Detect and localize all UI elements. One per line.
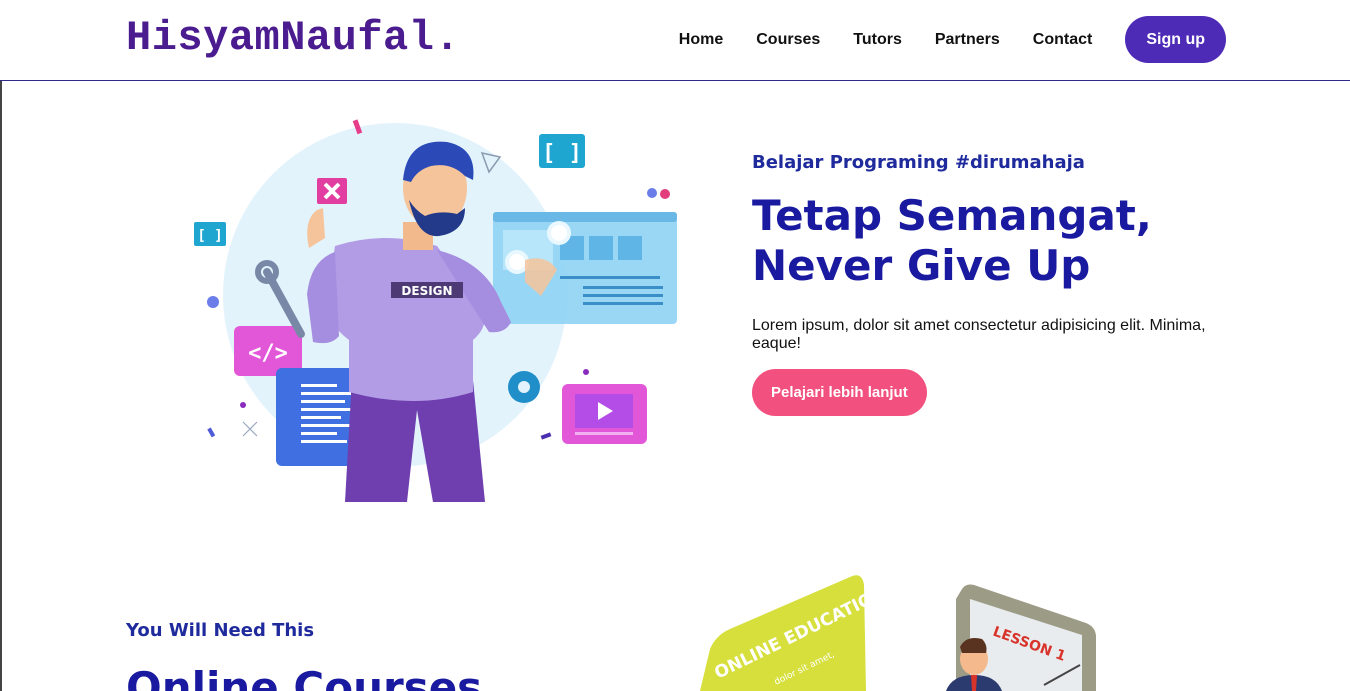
gear-icon (508, 371, 540, 403)
section2-title: Online Courses (126, 663, 483, 691)
hero-illustration: [ ] [ ] </> DESIGN (194, 119, 677, 502)
hero-title-line-1: Tetap Semangat, (752, 191, 1152, 240)
main-nav: Home Courses Tutors Partners Contact Sig… (679, 16, 1226, 63)
design-badge-text: DESIGN (401, 284, 452, 298)
video-play-card-icon (562, 384, 647, 444)
hero-eyebrow: Belajar Programing #dirumahaja (752, 152, 1085, 173)
learn-more-button[interactable]: Pelajari lebih lanjut (752, 369, 927, 416)
nav-courses[interactable]: Courses (756, 31, 820, 49)
hero-text: Belajar Programing #dirumahaja Tetap Sem… (752, 152, 1222, 416)
nav-home[interactable]: Home (679, 31, 723, 49)
small-brackets-icon: [ ] (194, 222, 226, 246)
online-education-illustration: ONLINE EDUCATION dolor sit amet, LESSON … (700, 575, 1096, 691)
online-education-card: ONLINE EDUCATION dolor sit amet, (700, 575, 889, 691)
svg-text:</>: </> (248, 341, 288, 366)
hero-title-line-2: Never Give Up (752, 241, 1091, 290)
svg-text:[ ]: [ ] (197, 228, 222, 244)
signup-button[interactable]: Sign up (1125, 16, 1226, 63)
section2-eyebrow: You Will Need This (126, 620, 315, 641)
svg-text:[ ]: [ ] (542, 141, 582, 166)
nav-partners[interactable]: Partners (935, 31, 1000, 49)
hero-title: Tetap Semangat, Never Give Up (752, 191, 1222, 291)
hero-description: Lorem ipsum, dolor sit amet consectetur … (752, 317, 1206, 352)
nav-contact[interactable]: Contact (1033, 31, 1093, 49)
close-card-icon (317, 178, 347, 204)
lesson-board: LESSON 1 (956, 584, 1096, 691)
navbar: HisyamNaufal. Home Courses Tutors Partne… (0, 0, 1350, 81)
nav-tutors[interactable]: Tutors (853, 31, 902, 49)
brackets-card-icon: [ ] (539, 134, 585, 168)
brand-logo[interactable]: HisyamNaufal. (126, 14, 460, 62)
browser-window (493, 212, 677, 324)
